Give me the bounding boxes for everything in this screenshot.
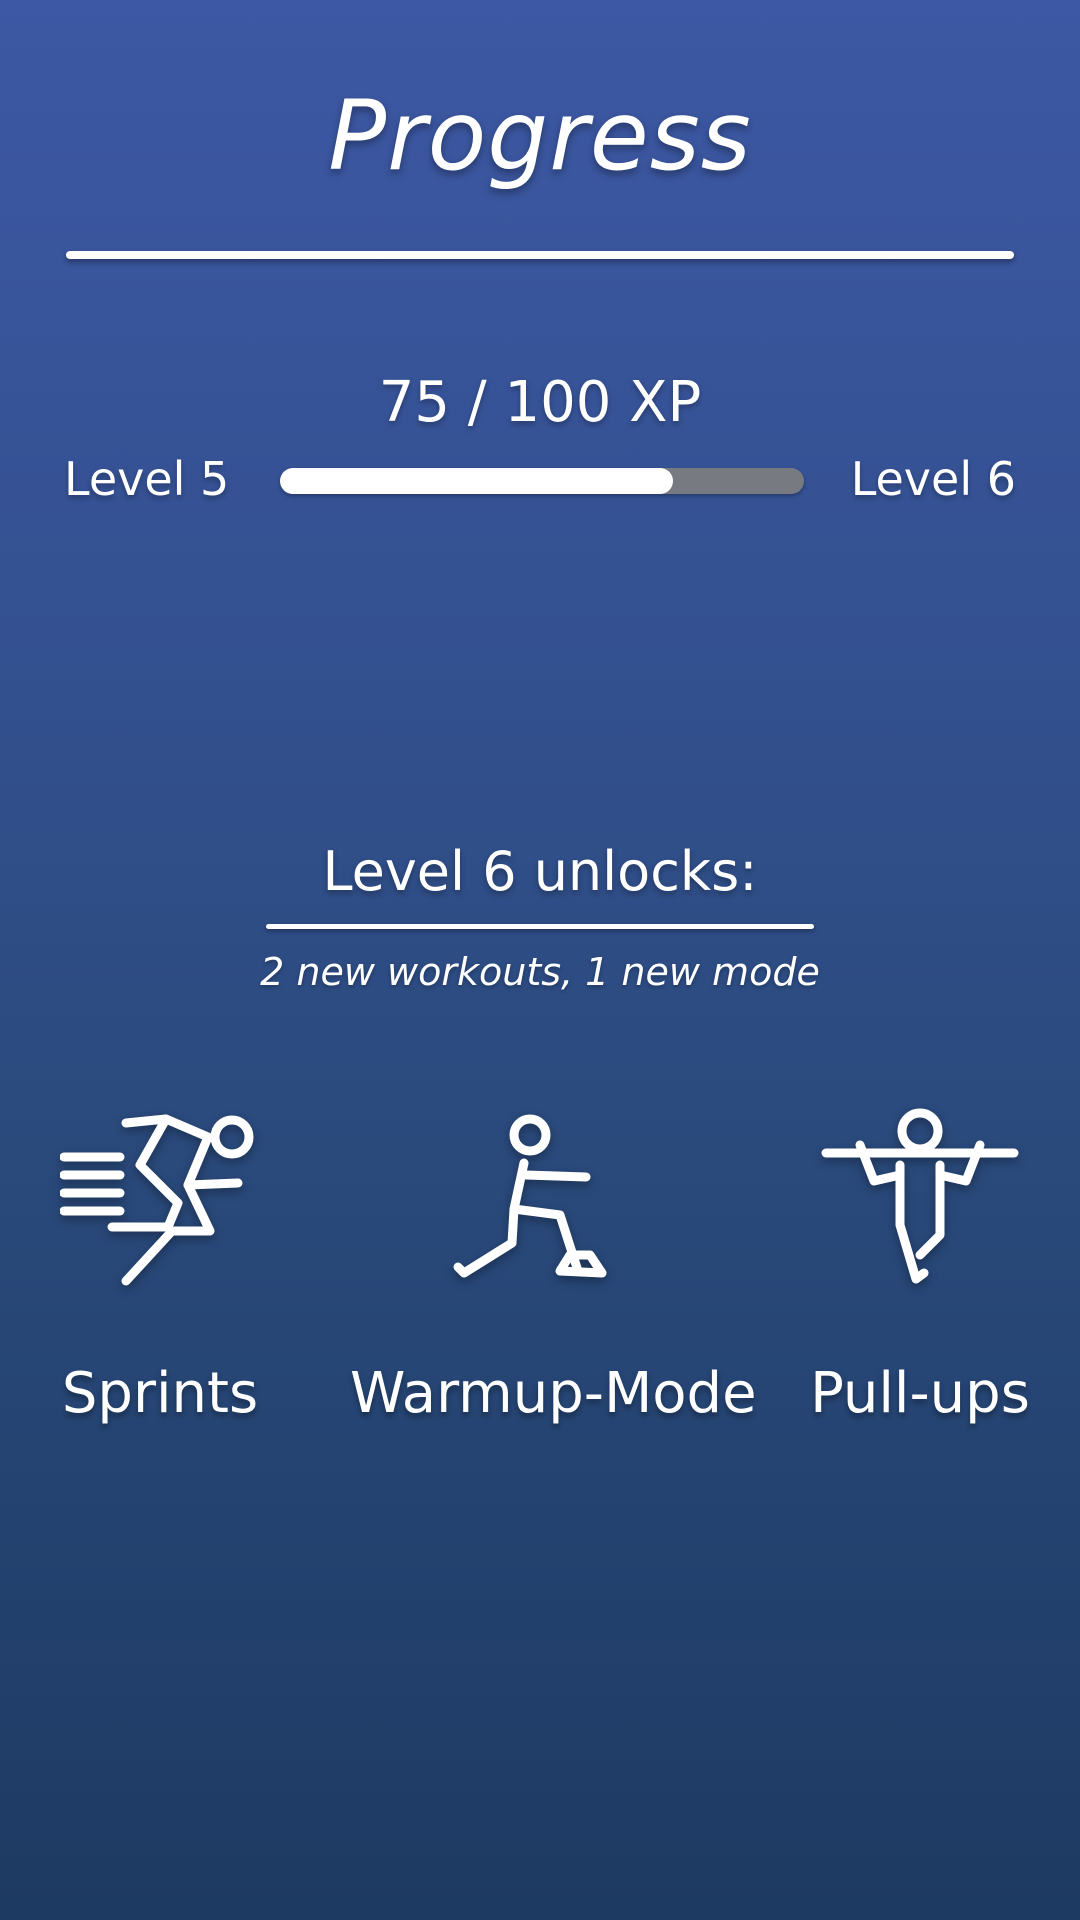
sprinter-icon: [60, 1114, 254, 1286]
unlock-item-sprints: Sprints: [40, 1105, 280, 1426]
xp-progress-fill: [280, 468, 673, 494]
unlock-item-warmup-mode: Warmup-Mode: [350, 1105, 757, 1426]
xp-counter: 75 / 100 XP: [378, 370, 702, 435]
page-title: Progress: [328, 80, 752, 192]
xp-progress-bar: [280, 468, 804, 494]
unlocks-divider: [266, 924, 814, 929]
unlock-label-warmup-mode: Warmup-Mode: [350, 1361, 757, 1426]
pull-up-icon: [821, 1108, 1019, 1284]
unlock-label-pull-ups: Pull-ups: [810, 1361, 1030, 1426]
next-level-label: Level 6: [850, 452, 1016, 506]
lunge-stretch-icon: [453, 1114, 607, 1278]
unlock-label-sprints: Sprints: [61, 1361, 259, 1426]
unlocks-subtitle: 2 new workouts, 1 new mode: [260, 950, 820, 994]
unlock-item-pull-ups: Pull-ups: [800, 1105, 1040, 1426]
unlocks-title: Level 6 unlocks:: [322, 840, 758, 903]
title-divider: [66, 251, 1014, 259]
current-level-label: Level 5: [64, 452, 230, 506]
